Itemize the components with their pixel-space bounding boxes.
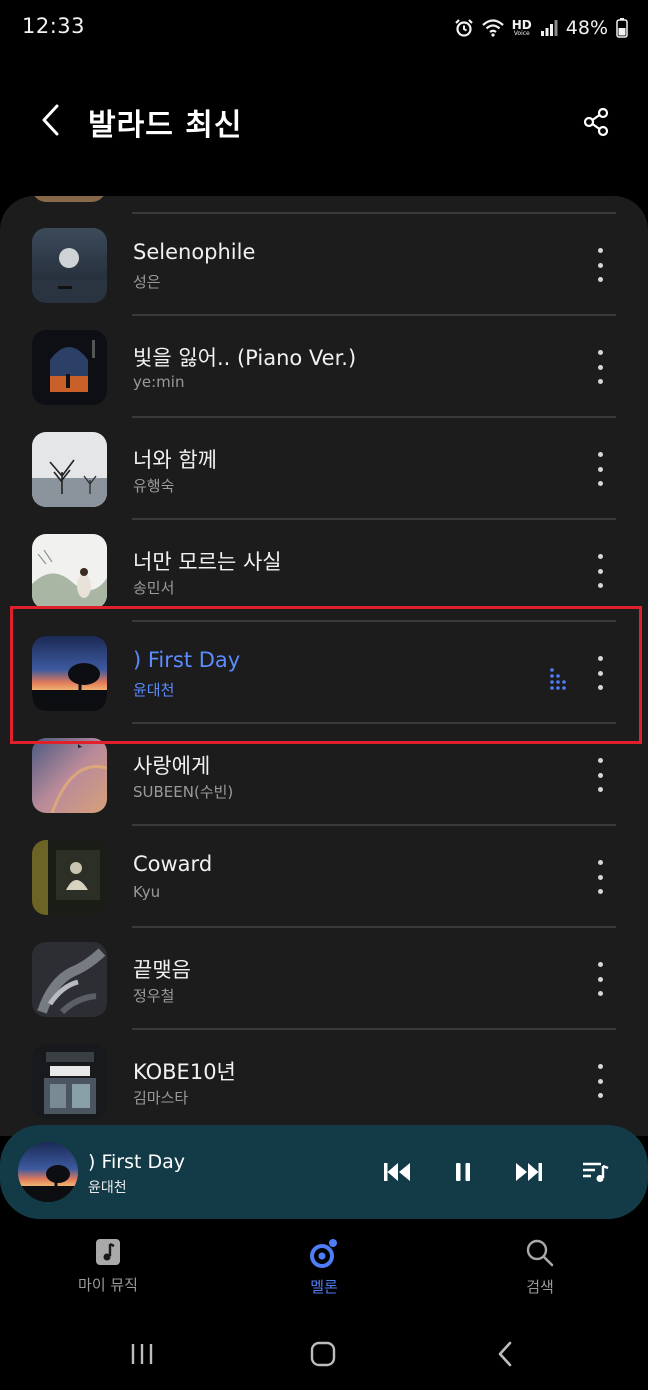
song-title: 사랑에게 [133,754,211,778]
nav-label: 멜론 [310,1278,338,1296]
song-row[interactable]: Coward Kyu [0,826,648,928]
home-button[interactable] [301,1336,345,1372]
mini-player-artist: 윤대천 [88,1180,127,1196]
song-row[interactable]: 빛을 잃어.. (Piano Ver.) ye:min [0,316,648,418]
nav-my-music[interactable]: 마이 뮤직 [38,1238,178,1295]
album-art [32,636,107,711]
more-options-icon[interactable] [588,1064,612,1098]
song-row[interactable]: 너만 모르는 사실 송민서 [0,520,648,622]
next-icon [516,1163,542,1181]
status-bar: 12:33 HD Voice 48% [0,0,648,58]
playlist-button[interactable] [578,1155,612,1189]
status-time: 12:33 [22,14,86,38]
song-artist: 성은 [133,273,161,291]
music-note-icon [96,1239,120,1265]
song-artist: 김마스타 [133,1089,189,1107]
mini-player-title: ) First Day [88,1151,185,1173]
nav-search[interactable]: 검색 [470,1238,610,1297]
more-options-icon[interactable] [588,962,612,996]
wifi-icon [482,19,504,37]
song-artist: 송민서 [133,579,175,597]
recent-apps-button[interactable] [120,1336,164,1372]
album-art [32,330,107,405]
song-title: ) First Day [133,648,241,672]
hd-voice-badge: HD Voice [512,19,532,37]
melon-icon [310,1239,337,1268]
alarm-icon [454,18,474,38]
album-art [32,942,107,1017]
mini-player-album-art [18,1142,78,1202]
song-artist: 정우철 [133,987,175,1005]
bottom-nav: 마이 뮤직 멜론 검색 [0,1228,648,1308]
pause-button[interactable] [446,1155,480,1189]
song-row[interactable]: KOBE10년 김마스타 [0,1030,648,1132]
song-row[interactable]: 사랑에게 SUBEEN(수빈) [0,724,648,826]
album-art [32,432,107,507]
pause-icon [456,1163,470,1181]
song-artist: SUBEEN(수빈) [133,783,234,801]
search-icon [526,1239,554,1267]
back-icon [498,1341,512,1367]
home-icon [310,1341,336,1367]
more-options-icon[interactable] [588,248,612,282]
song-row[interactable]: 끝맺음 정우철 [0,928,648,1030]
song-row[interactable]: 너와 함께 유행숙 [0,418,648,520]
page-title: 발라드 최신 [88,108,243,143]
mini-player[interactable]: ) First Day 윤대천 [0,1125,648,1219]
previous-icon [384,1163,410,1181]
album-art [32,1044,107,1119]
song-artist: Kyu [133,883,161,901]
previous-button[interactable] [380,1155,414,1189]
nav-melon[interactable]: 멜론 [254,1238,394,1297]
more-options-icon[interactable] [588,452,612,486]
chevron-left-icon [42,104,59,136]
back-button[interactable] [28,98,72,142]
voice-label: Voice [513,30,530,37]
recent-apps-icon [131,1344,153,1364]
song-title: Selenophile [133,240,256,264]
share-button[interactable] [574,100,618,144]
song-artist: ye:min [133,373,185,391]
battery-percent: 48% [565,17,608,39]
next-button[interactable] [512,1155,546,1189]
system-back-button[interactable] [483,1336,527,1372]
song-title: 끝맺음 [133,958,191,982]
song-row-now-playing[interactable]: ) First Day 윤대천 [0,622,648,724]
header: 발라드 최신 [0,80,648,162]
song-artist: 유행숙 [133,477,175,495]
song-list[interactable]: Selenophile 성은 빛을 잃어.. (Piano Ver.) ye:m… [0,196,648,1136]
playlist-icon [583,1162,609,1182]
song-artist: 윤대천 [133,681,175,699]
share-icon [583,107,609,137]
song-title: KOBE10년 [133,1060,236,1084]
status-icons: HD Voice 48% [454,14,628,42]
album-art-partial [32,196,106,202]
song-title: Coward [133,852,213,876]
song-title: 빛을 잃어.. (Piano Ver.) [133,346,357,370]
nav-label: 마이 뮤직 [78,1276,138,1294]
song-title: 너와 함께 [133,448,217,472]
more-options-icon[interactable] [588,554,612,588]
album-art [32,738,107,813]
nav-label: 검색 [526,1278,554,1296]
album-art [32,228,107,303]
more-options-icon[interactable] [588,350,612,384]
song-title: 너만 모르는 사실 [133,550,282,574]
now-playing-equalizer-icon [550,668,566,690]
more-options-icon[interactable] [588,656,612,690]
song-row[interactable]: Selenophile 성은 [0,214,648,316]
system-nav-bar [0,1320,648,1390]
album-art [32,840,107,915]
battery-icon [616,18,628,38]
album-art [32,534,107,609]
more-options-icon[interactable] [588,758,612,792]
signal-icon [540,19,558,37]
more-options-icon[interactable] [588,860,612,894]
